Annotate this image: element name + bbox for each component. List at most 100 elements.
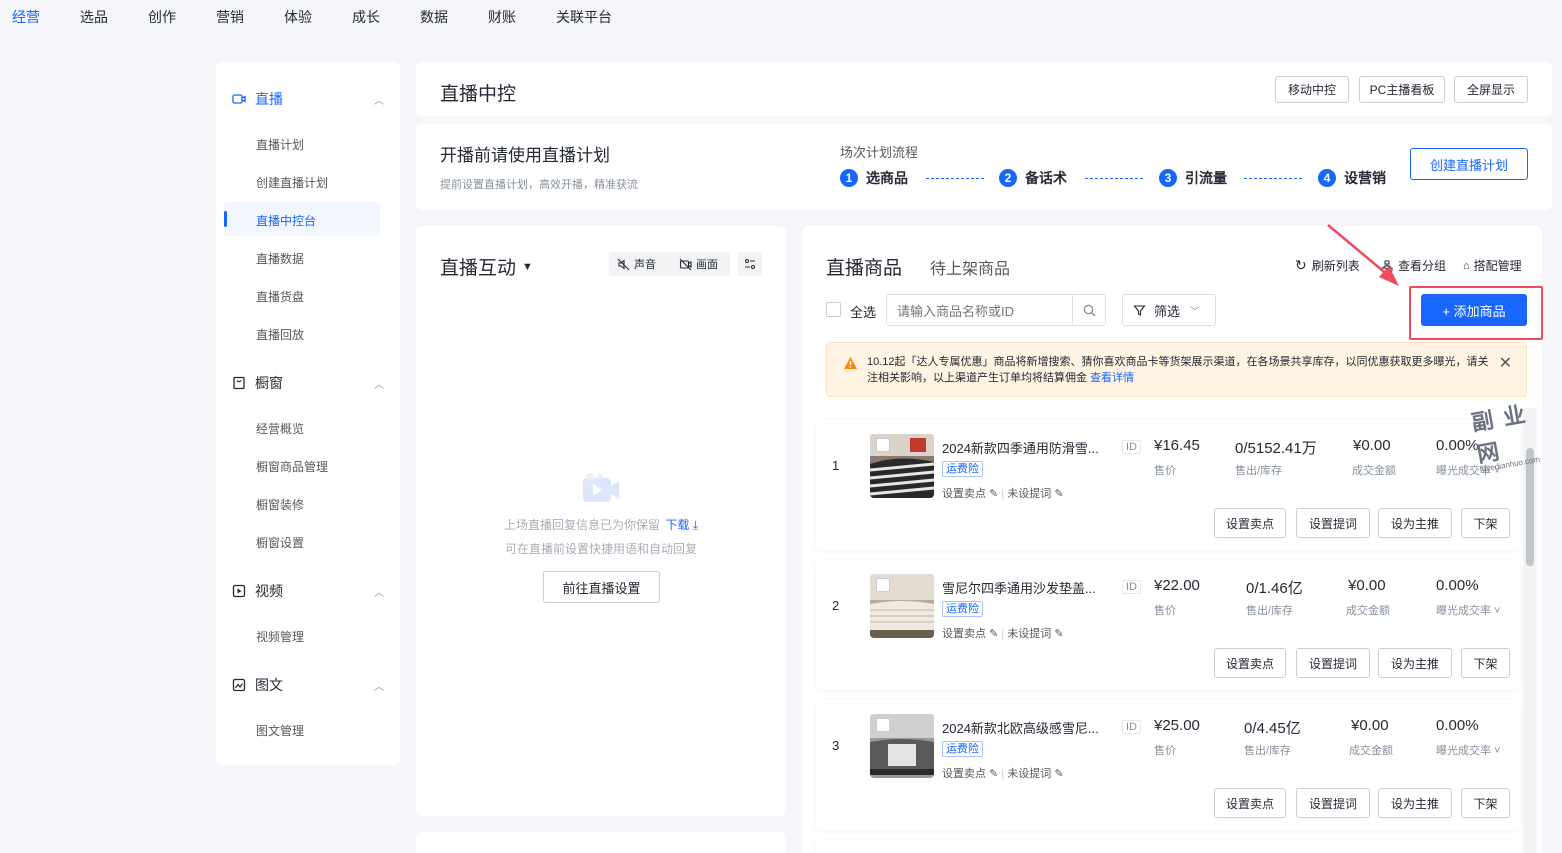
match-manage-button[interactable]: ⌂ 搭配管理 — [1463, 257, 1522, 274]
sound-toggle[interactable]: 声音 — [609, 256, 669, 272]
create-live-plan-button[interactable]: 创建直播计划 — [1410, 148, 1528, 180]
unlist-button[interactable]: 下架 — [1461, 648, 1510, 678]
product-checkbox[interactable] — [876, 438, 890, 452]
nav-item-xuanpin[interactable]: 选品 — [80, 7, 108, 27]
set-selling-point-link[interactable]: 设置卖点 — [942, 488, 986, 500]
empty-video-icon — [582, 472, 620, 504]
sidebar-item-live-plan[interactable]: 直播计划 — [256, 136, 304, 153]
product-id-badge[interactable]: ID — [1122, 440, 1141, 454]
settings-toggle-icon[interactable] — [738, 252, 762, 276]
sidebar-group-imagetext[interactable]: 图文 ︿ — [232, 675, 392, 695]
set-prompt-button[interactable]: 设置提词 — [1296, 648, 1370, 678]
unlist-button[interactable]: 下架 — [1461, 508, 1510, 538]
product-id-badge[interactable]: ID — [1122, 720, 1141, 734]
sidebar-item-live-replay[interactable]: 直播回放 — [256, 326, 304, 343]
product-id-badge[interactable]: ID — [1122, 580, 1141, 594]
sidebar-item-video-manage[interactable]: 视频管理 — [256, 628, 304, 645]
picture-toggle[interactable]: 画面 — [669, 256, 718, 272]
flow-step-3: 3 引流量 — [1159, 168, 1227, 188]
product-checkbox[interactable] — [876, 718, 890, 732]
mobile-console-button[interactable]: 移动中控 — [1275, 76, 1349, 103]
group-label: 查看分组 — [1398, 259, 1447, 273]
sidebar-item-live-data[interactable]: 直播数据 — [256, 250, 304, 267]
chevron-up-icon[interactable]: ︿ — [374, 584, 384, 599]
step-number: 2 — [999, 169, 1017, 187]
conversion-rate-label[interactable]: 曝光成交率 ˅ — [1436, 742, 1501, 758]
set-selling-point-link[interactable]: 设置卖点 — [942, 628, 986, 640]
sidebar-item-live-console[interactable]: 直播中控台 — [256, 212, 316, 229]
set-selling-point-button[interactable]: 设置卖点 — [1214, 648, 1286, 678]
scrollbar-track[interactable] — [1523, 408, 1537, 853]
download-label: 下载 — [665, 518, 690, 532]
set-selling-point-button[interactable]: 设置卖点 — [1214, 788, 1286, 818]
nav-item-chengzhang[interactable]: 成长 — [352, 7, 380, 27]
set-main-button[interactable]: 设为主推 — [1378, 508, 1452, 538]
chevron-up-icon[interactable]: ︿ — [374, 376, 384, 391]
search-icon[interactable] — [1072, 295, 1105, 325]
set-prompt-button[interactable]: 设置提词 — [1296, 788, 1370, 818]
pc-anchor-board-button[interactable]: PC主播看板 — [1359, 76, 1445, 103]
top-navigation: 经营 选品 创作 营销 体验 成长 数据 财账 关联平台 — [0, 0, 1562, 34]
sidebar-item-window-decor[interactable]: 橱窗装修 — [256, 496, 304, 513]
sidebar-active-indicator — [224, 211, 227, 227]
nav-item-tiyan[interactable]: 体验 — [284, 7, 312, 27]
step-number: 4 — [1318, 169, 1336, 187]
nav-item-guanlian[interactable]: 关联平台 — [556, 7, 612, 27]
deal-amount-value: ¥0.00 — [1348, 577, 1386, 594]
chevron-up-icon[interactable]: ︿ — [374, 678, 384, 693]
sidebar-item-window-goods[interactable]: 橱窗商品管理 — [256, 458, 328, 475]
product-checkbox[interactable] — [876, 578, 890, 592]
goto-live-settings-button[interactable]: 前往直播设置 — [543, 571, 660, 603]
sidebar-item-imagetext-manage[interactable]: 图文管理 — [256, 722, 304, 739]
sidebar-item-overview[interactable]: 经营概览 — [256, 420, 304, 437]
nav-item-shuju[interactable]: 数据 — [420, 7, 448, 27]
sidebar-group-window[interactable]: 橱窗 ︿ — [232, 373, 392, 393]
nav-item-yingxiao[interactable]: 营销 — [216, 7, 244, 27]
video-play-icon — [232, 584, 246, 598]
product-title[interactable]: 雪尼尔四季通用沙发垫盖... — [942, 578, 1112, 597]
sidebar-item-window-settings[interactable]: 橱窗设置 — [256, 534, 304, 551]
deal-amount-label: 成交金额 — [1352, 465, 1396, 477]
lower-panel — [416, 832, 786, 853]
sidebar-item-create-live-plan[interactable]: 创建直播计划 — [256, 174, 328, 191]
set-main-button[interactable]: 设为主推 — [1378, 648, 1452, 678]
sidebar-item-live-goods[interactable]: 直播货盘 — [256, 288, 304, 305]
product-index: 1 — [832, 458, 840, 473]
nav-item-jingying[interactable]: 经营 — [12, 7, 40, 27]
search-input[interactable] — [897, 302, 1072, 320]
sidebar-group-video[interactable]: 视频 ︿ — [232, 581, 392, 601]
tab-live-goods[interactable]: 直播商品 — [826, 253, 902, 280]
set-prompt-link[interactable]: 未设提词 — [1007, 488, 1051, 500]
filter-label: 筛选 — [1154, 303, 1181, 319]
set-selling-point-button[interactable]: 设置卖点 — [1214, 508, 1286, 538]
tab-pending-goods[interactable]: 待上架商品 — [930, 255, 1010, 279]
download-link[interactable]: 下载 ⤓ — [665, 518, 698, 532]
conversion-rate-label[interactable]: 曝光成交率 ˅ — [1436, 602, 1501, 618]
chevron-up-icon[interactable]: ︿ — [374, 92, 384, 107]
set-main-button[interactable]: 设为主推 — [1378, 788, 1452, 818]
product-title[interactable]: 2024新款四季通用防滑雪... — [942, 438, 1112, 457]
conversion-rate-text: 曝光成交率 — [1436, 605, 1491, 617]
close-icon[interactable]: ✕ — [1499, 353, 1512, 373]
set-selling-point-link[interactable]: 设置卖点 — [942, 768, 986, 780]
sidebar-group-label: 橱窗 — [255, 375, 283, 391]
media-toggle-group: 声音 画面 — [609, 252, 730, 276]
sidebar-group-live[interactable]: 直播 ︿ — [232, 89, 392, 109]
product-title[interactable]: 2024新款北欧高级感雪尼... — [942, 718, 1112, 737]
set-prompt-link[interactable]: 未设提词 — [1007, 628, 1051, 640]
conversion-rate-value: 0.00% — [1436, 577, 1479, 594]
set-prompt-link[interactable]: 未设提词 — [1007, 768, 1051, 780]
edit-icon: ✎ — [989, 768, 999, 780]
sold-stock-value: 0/5152.41万 — [1235, 440, 1317, 457]
filter-dropdown[interactable]: 筛选 ﹀ — [1122, 294, 1216, 326]
interaction-title-dropdown[interactable]: 直播互动 ▼ — [440, 253, 533, 280]
select-all-checkbox[interactable] — [826, 302, 841, 317]
unlist-button[interactable]: 下架 — [1461, 788, 1510, 818]
notice-detail-link[interactable]: 查看详情 — [1090, 372, 1134, 384]
fullscreen-button[interactable]: 全屏显示 — [1454, 76, 1528, 103]
nav-item-chuangzuo[interactable]: 创作 — [148, 7, 176, 27]
set-prompt-button[interactable]: 设置提词 — [1296, 508, 1370, 538]
nav-item-caizhang[interactable]: 财账 — [488, 7, 516, 27]
add-goods-button[interactable]: + 添加商品 — [1421, 294, 1527, 326]
flow-connector — [926, 178, 984, 179]
